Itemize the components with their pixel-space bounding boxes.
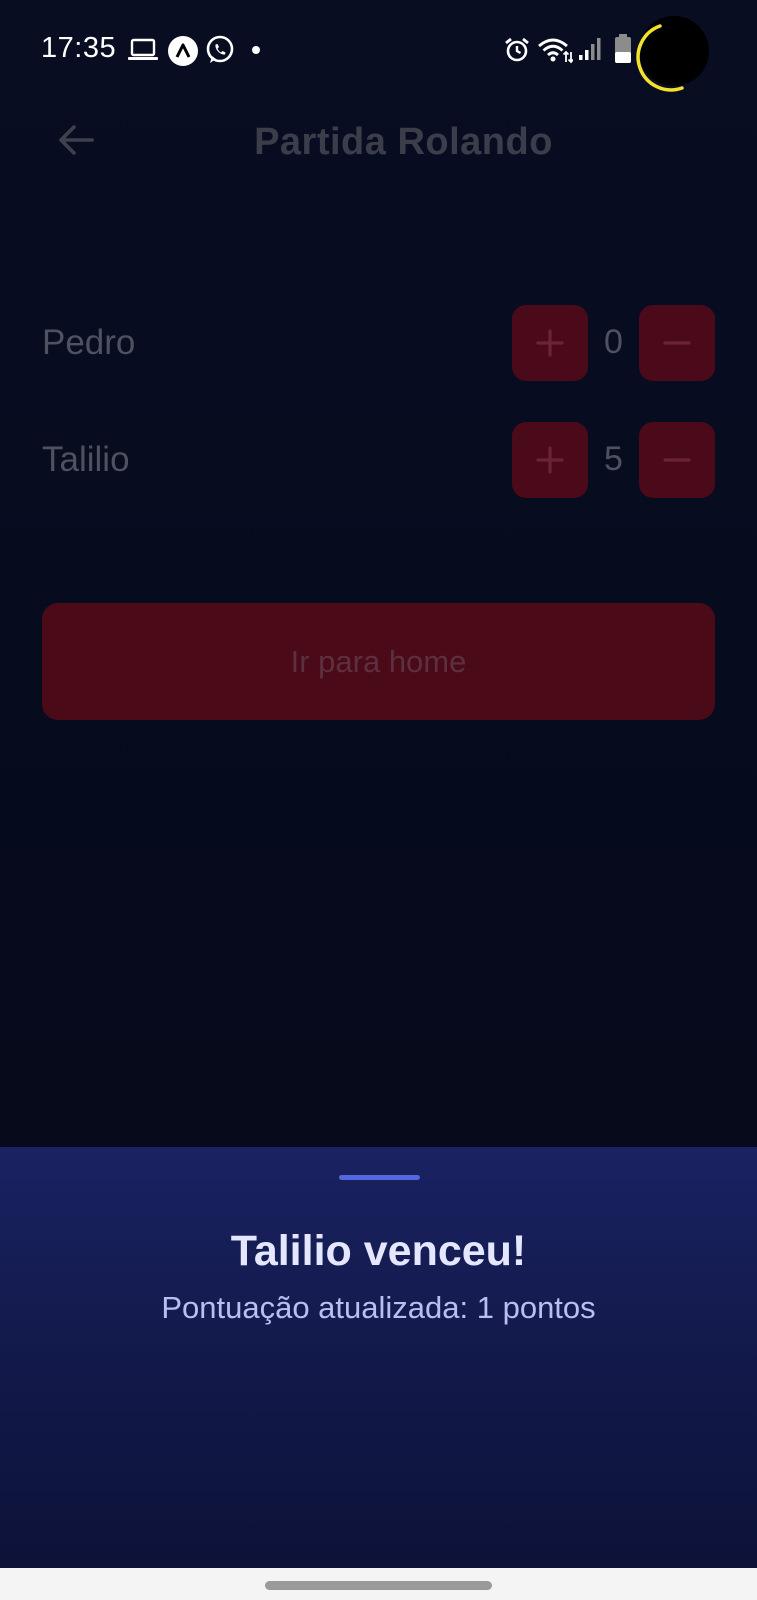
- alarm-icon: [505, 37, 529, 62]
- winner-title: Talilio venceu!: [230, 1227, 527, 1275]
- player-name: Pedro: [42, 323, 136, 362]
- whatsapp-icon: [206, 35, 234, 63]
- decrement-button[interactable]: [639, 422, 715, 498]
- loading-ring-icon: [636, 24, 684, 92]
- laptop-icon: [128, 38, 158, 60]
- plus-icon: [536, 446, 564, 474]
- signal-icon: [579, 38, 601, 60]
- player-name: Talilio: [42, 440, 130, 479]
- home-gesture-handle[interactable]: [265, 1581, 492, 1590]
- plus-icon: [536, 329, 564, 357]
- player-row: Talilio 5: [42, 422, 715, 498]
- dot-icon: [252, 46, 260, 54]
- minus-icon: [663, 341, 691, 345]
- status-bar: 17:35: [0, 0, 757, 100]
- system-nav-bar: [0, 1568, 757, 1600]
- decrement-button[interactable]: [639, 305, 715, 381]
- wifi-icon: [538, 38, 573, 64]
- app-screen: 17:35 Partida Rolando Pedro 0 Talilio 5 …: [0, 0, 757, 1600]
- app-a-icon: [168, 36, 198, 66]
- score-value: 0: [604, 323, 623, 361]
- minus-icon: [663, 458, 691, 462]
- page-title: Partida Rolando: [254, 121, 553, 163]
- status-time: 17:35: [41, 32, 117, 64]
- result-bottom-sheet: Talilio venceu! Pontuação atualizada: 1 …: [0, 1147, 757, 1568]
- score-value: 5: [604, 440, 623, 478]
- increment-button[interactable]: [512, 422, 588, 498]
- sheet-drag-handle[interactable]: [339, 1175, 420, 1180]
- score-update-text: Pontuação atualizada: 1 pontos: [161, 1290, 596, 1325]
- battery-icon: [615, 34, 631, 63]
- player-row: Pedro 0: [42, 305, 715, 381]
- go-home-label: Ir para home: [290, 643, 467, 679]
- go-home-button[interactable]: Ir para home: [42, 603, 715, 720]
- increment-button[interactable]: [512, 305, 588, 381]
